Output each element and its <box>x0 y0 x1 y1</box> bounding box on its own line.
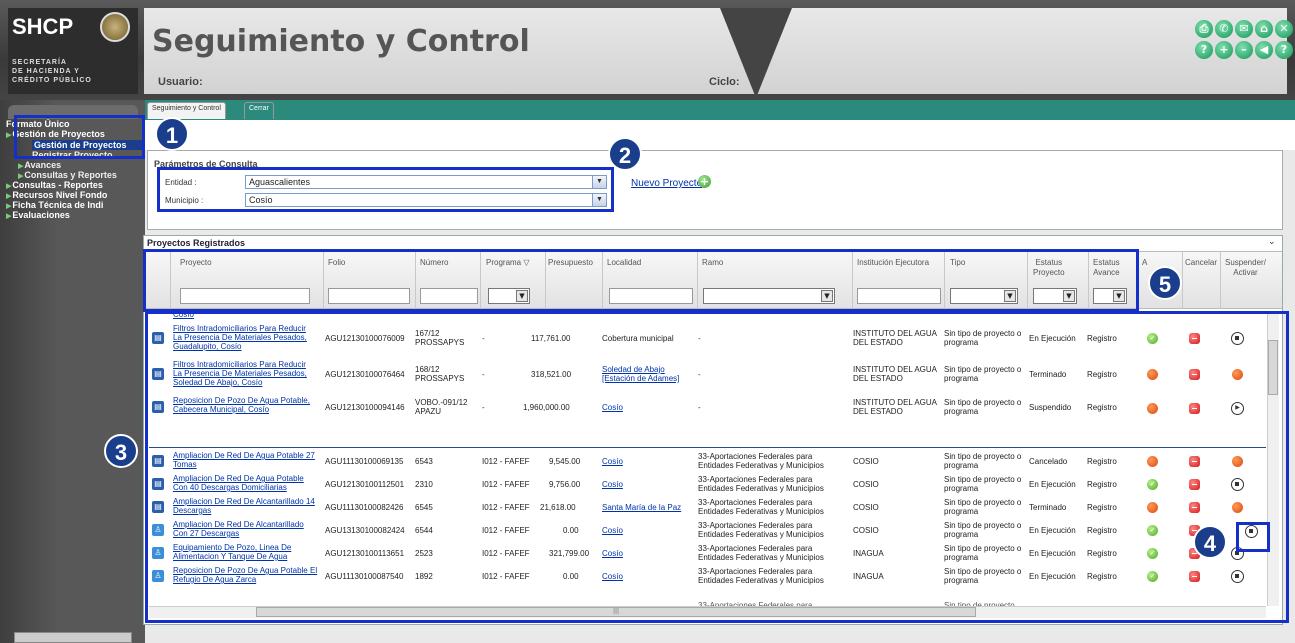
plus-icon[interactable]: + <box>698 175 711 188</box>
nav-recursos[interactable]: ▶Recursos Nivel Fondo <box>6 190 144 200</box>
col-suspender[interactable]: Suspender/ Activar <box>1225 258 1266 278</box>
close-icon[interactable]: ✕ <box>1275 20 1293 38</box>
nav-scrollbar[interactable] <box>14 632 132 643</box>
question-icon[interactable]: ? <box>1275 41 1293 59</box>
nav-arrow-icon: ▶ <box>18 173 24 180</box>
add-icon[interactable]: + <box>1215 41 1233 59</box>
tab-seguimiento[interactable]: Seguimiento y Control <box>147 102 226 119</box>
tab-bar <box>145 100 1295 120</box>
chevron-down-icon[interactable]: ⌄ <box>1268 237 1276 247</box>
column-separator <box>1220 251 1221 309</box>
nav-evaluaciones[interactable]: ▶Evaluaciones <box>6 210 144 220</box>
highlight-2 <box>157 167 614 212</box>
highlight-3 <box>145 311 1289 623</box>
callout-2: 2 <box>608 137 642 171</box>
nav-label: Consultas y Reportes <box>24 170 117 180</box>
tab-cerrar[interactable]: Cerrar <box>244 102 274 119</box>
callout-3: 3 <box>104 434 138 468</box>
nav-arrow-icon: ▶ <box>18 163 24 170</box>
nuevo-proyecto-link[interactable]: Nuevo Proyecto <box>631 178 702 189</box>
highlight-4 <box>1236 522 1270 552</box>
content-top <box>145 120 1295 150</box>
callout-1: 1 <box>155 117 189 151</box>
nav-ficha-tecnica[interactable]: ▶Ficha Técnica de Indi <box>6 200 144 210</box>
back-icon[interactable]: ◀ <box>1255 41 1273 59</box>
nav-label: Evaluaciones <box>12 210 70 220</box>
callout-4: 4 <box>1193 525 1227 559</box>
col-avance[interactable]: A <box>1142 258 1147 268</box>
nav-label: Consultas - Reportes <box>12 180 103 190</box>
column-separator <box>1182 251 1183 309</box>
highlight-1 <box>14 115 145 159</box>
app-title: Seguimiento y Control <box>152 24 530 59</box>
shcp-logo: SHCP <box>12 14 74 39</box>
ciclo-label: Ciclo: <box>709 76 740 88</box>
nav-arrow-icon: ▶ <box>6 132 12 139</box>
callout-5: 5 <box>1148 266 1182 300</box>
usuario-label: Usuario: <box>158 76 203 88</box>
nav-label: Ficha Técnica de Indi <box>12 200 104 210</box>
nav-label: Avances <box>24 160 62 170</box>
nav-arrow-icon: ▶ <box>6 213 12 220</box>
nav-label: Recursos Nivel Fondo <box>12 190 108 200</box>
help-icon[interactable]: ? <box>1195 41 1213 59</box>
nav-arrow-icon: ▶ <box>6 203 12 210</box>
nav-arrow-icon: ▶ <box>6 193 12 200</box>
nav-avances[interactable]: ▶Avances <box>18 160 156 170</box>
col-cancelar[interactable]: Cancelar <box>1185 258 1217 268</box>
nav-consultas[interactable]: ▶Consultas - Reportes <box>6 180 144 190</box>
grid-title: Proyectos Registrados <box>147 238 246 248</box>
nav-arrow-icon: ▶ <box>6 183 12 190</box>
seal-icon <box>100 12 130 42</box>
print-icon[interactable]: ⎙ <box>1195 20 1213 38</box>
minus-icon[interactable]: – <box>1235 41 1253 59</box>
secretaria-text: SECRETARÍA DE HACIENDA Y CRÉDITO PÚBLICO <box>12 59 92 84</box>
mail-icon[interactable]: ✉ <box>1235 20 1253 38</box>
highlight-5 <box>143 249 1139 312</box>
nav-consultas-reportes[interactable]: ▶Consultas y Reportes <box>18 170 156 180</box>
phone-icon[interactable]: ✆ <box>1215 20 1233 38</box>
home-icon[interactable]: ⌂ <box>1255 20 1273 38</box>
